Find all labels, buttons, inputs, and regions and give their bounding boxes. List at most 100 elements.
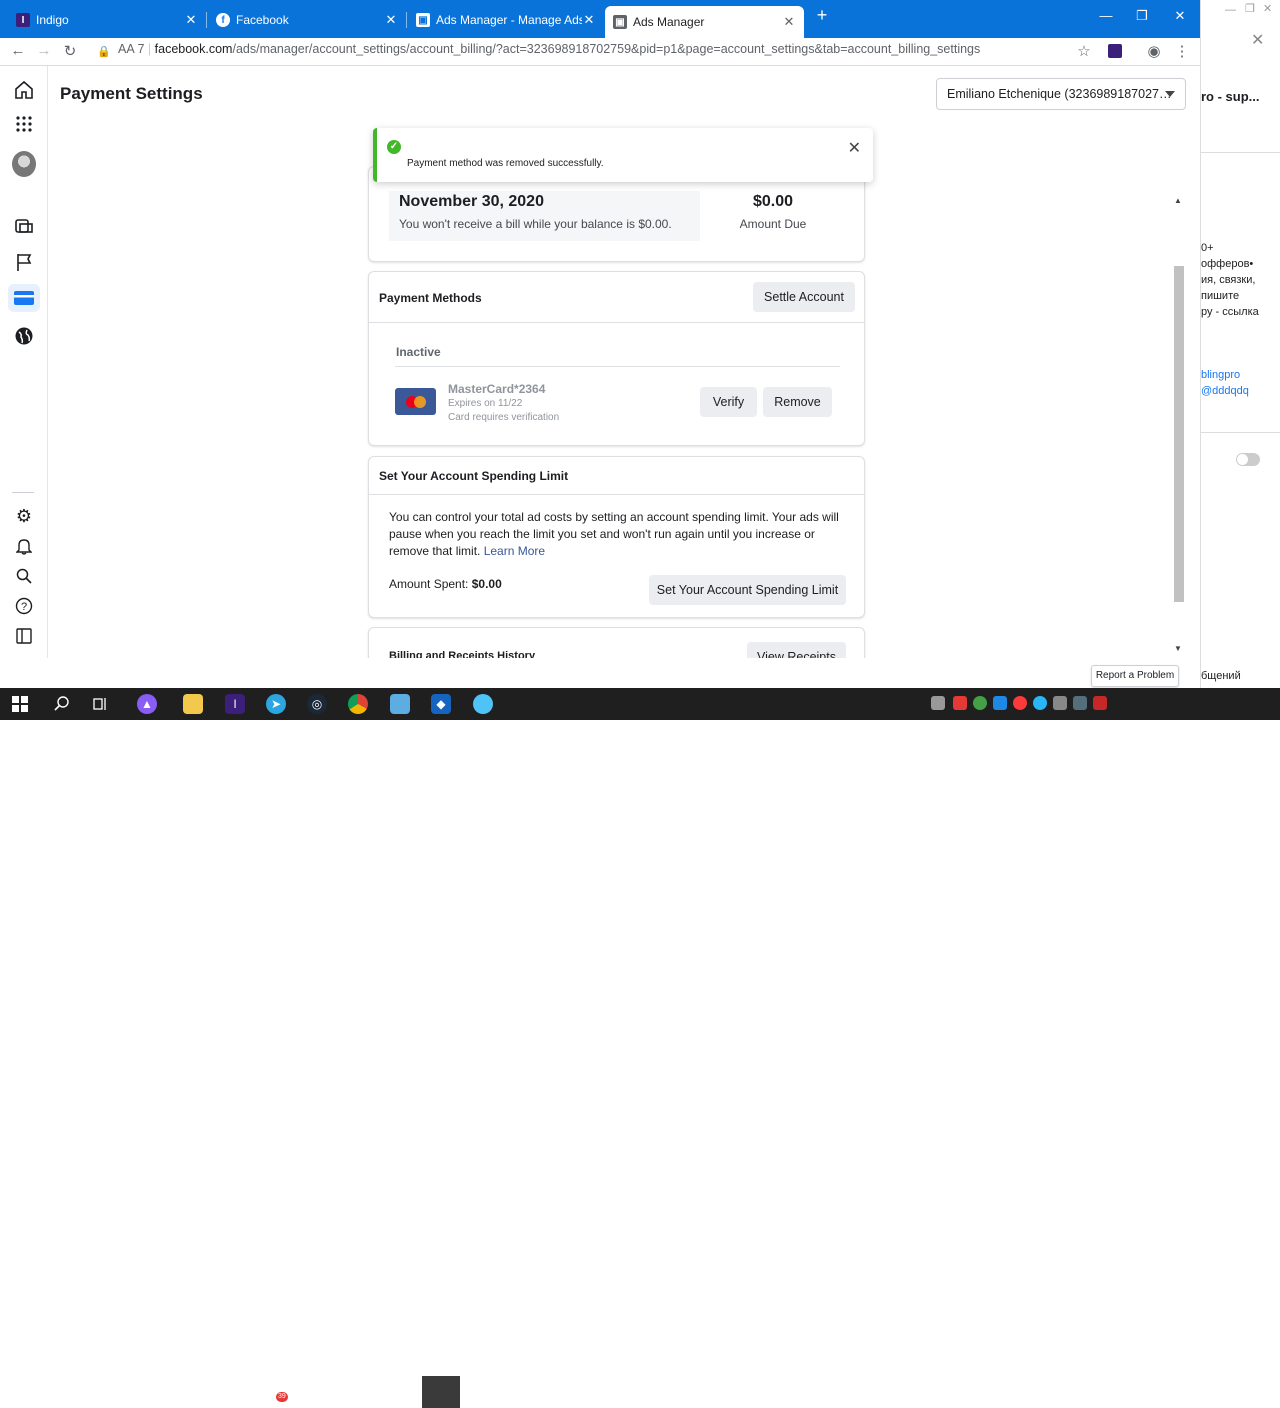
vpn-app-icon[interactable]: ◆ [431,694,451,714]
maximize-icon[interactable]: ❐ [1245,2,1255,15]
close-icon[interactable]: ✕ [1251,30,1264,50]
reload-icon[interactable]: ↻ [60,42,80,60]
panel-text: 0+ офферов• ия, связки, пишите ру - ссыл… [1201,240,1259,320]
tray-icon[interactable] [993,696,1007,710]
facebook-icon: f [216,13,230,27]
tray-icon[interactable] [953,696,967,710]
ads-manager-icon[interactable] [12,214,36,238]
chrome-icon[interactable] [348,694,368,714]
panel-link[interactable]: blingpro [1201,367,1249,383]
tab-facebook[interactable]: f Facebook ✕ [208,6,406,34]
battery-icon[interactable]: ▭ [1113,1385,1123,1398]
telegram-icon[interactable]: ➤ [266,694,286,714]
close-tab-icon[interactable]: ✕ [782,14,796,30]
windows-start-icon[interactable] [10,694,30,714]
close-tab-icon[interactable]: ✕ [582,12,596,28]
indigo-icon: I [16,13,30,27]
scroll-down-icon[interactable]: ▼ [1174,644,1182,653]
tray-icon[interactable] [973,696,987,710]
bookmark-star-icon[interactable]: ☆ [1074,42,1094,60]
account-selector[interactable]: Emiliano Etchenique (3236989187027… [936,78,1186,110]
verify-button[interactable]: Verify [700,387,757,417]
close-icon[interactable]: ✕ [848,138,861,158]
tab-separator [206,12,207,28]
divider [1201,152,1280,153]
tray-icon[interactable] [1093,696,1107,710]
globe-icon[interactable] [12,324,36,348]
amount-spent: Amount Spent: $0.00 [389,577,502,591]
tab-indigo[interactable]: I Indigo ✕ [8,6,206,34]
payment-methods-card: Payment Methods Settle Account Inactive … [368,271,865,446]
menu-icon[interactable]: ⋮ [1172,42,1192,60]
remove-button[interactable]: Remove [763,387,832,417]
profile-icon[interactable]: ◉ [1144,42,1164,60]
volume-icon[interactable]: ◁) [1132,1385,1144,1398]
help-icon[interactable]: ? [12,594,36,618]
minimize-icon[interactable]: — [1094,8,1118,23]
new-tab-button[interactable]: + [810,5,834,26]
steam-icon[interactable]: ◎ [307,694,327,714]
task-view-icon[interactable] [90,694,110,714]
tray-icon[interactable] [1053,696,1067,710]
report-problem-button[interactable]: Report a Problem [1091,665,1179,687]
alice-icon[interactable]: ▲ [137,694,157,714]
clock[interactable]: 14:10 28.11.2020 [1186,1378,1236,1404]
view-receipts-button[interactable]: View Receipts [747,642,846,658]
panel-link[interactable]: @dddqdq [1201,383,1249,399]
svg-text:?: ? [21,601,27,613]
minimize-icon[interactable]: — [1225,4,1236,16]
url-path: /ads/manager/account_settings/account_bi… [232,42,981,56]
toggle-switch[interactable] [1236,453,1260,466]
bell-icon[interactable] [12,534,36,558]
tab-separator [406,12,407,28]
divider [369,322,864,323]
apps-grid-icon[interactable] [12,112,36,136]
file-explorer-icon[interactable] [183,694,203,714]
close-tab-icon[interactable]: ✕ [184,12,198,28]
flag-icon[interactable] [12,250,36,274]
amount-due-value: $0.00 [752,193,794,210]
card-name: MasterCard*2364 [448,382,546,396]
spending-limit-card: Set Your Account Spending Limit You can … [368,456,865,618]
success-toast: ✓ Payment method was removed successfull… [373,128,873,182]
extension-icon[interactable] [1108,44,1122,58]
home-icon[interactable] [12,78,36,102]
maximize-icon[interactable]: ❐ [1130,8,1154,24]
url-field[interactable]: AA 7 | facebook.com/ads/manager/account_… [118,42,980,56]
payment-methods-title: Payment Methods [379,291,482,305]
forward-icon[interactable]: → [34,42,54,59]
back-icon[interactable]: ← [8,42,28,59]
settle-account-button[interactable]: Settle Account [753,282,855,312]
notes-app-icon[interactable] [390,694,410,714]
scrollbar-thumb[interactable] [1174,266,1184,602]
panel-line: ру - ссылка [1201,306,1259,318]
paint-app-icon[interactable] [473,694,493,714]
close-window-icon[interactable]: ✕ [1168,8,1192,24]
telegram-tray-icon[interactable] [1033,696,1047,710]
opera-icon[interactable] [1013,696,1027,710]
gear-icon[interactable]: ⚙ [12,504,36,528]
card-status: Card requires verification [448,412,560,423]
account-selector-label: Emiliano Etchenique (3236989187027… [947,87,1172,101]
tab-ads-manager[interactable]: ▣ Ads Manager ✕ [605,6,804,38]
billing-card-icon[interactable] [8,284,40,312]
close-window-icon[interactable]: ✕ [1263,2,1272,15]
main-content: Payment Settings Emiliano Etchenique (32… [48,66,1200,658]
tray-icon[interactable] [931,696,945,710]
steam-tray-icon[interactable] [1073,696,1087,710]
tab-ads-manager-manage[interactable]: ▣ Ads Manager - Manage Ads - Ca ✕ [408,6,604,34]
avatar[interactable] [12,151,36,177]
notification-center-icon[interactable]: ▤ [1246,1384,1258,1400]
indigo-icon[interactable]: I [225,694,245,714]
divider [395,366,840,367]
panel-toggle-icon[interactable] [12,624,36,648]
scroll-up-icon[interactable]: ▲ [1174,196,1182,205]
search-icon[interactable] [52,694,72,714]
learn-more-link[interactable]: Learn More [484,544,545,558]
inactive-label: Inactive [396,345,441,359]
language-indicator[interactable]: РУС [1154,1386,1174,1397]
set-spending-limit-button[interactable]: Set Your Account Spending Limit [649,575,846,605]
search-icon[interactable] [12,564,36,588]
close-tab-icon[interactable]: ✕ [384,12,398,28]
card-expiry: Expires on 11/22 [448,398,523,409]
